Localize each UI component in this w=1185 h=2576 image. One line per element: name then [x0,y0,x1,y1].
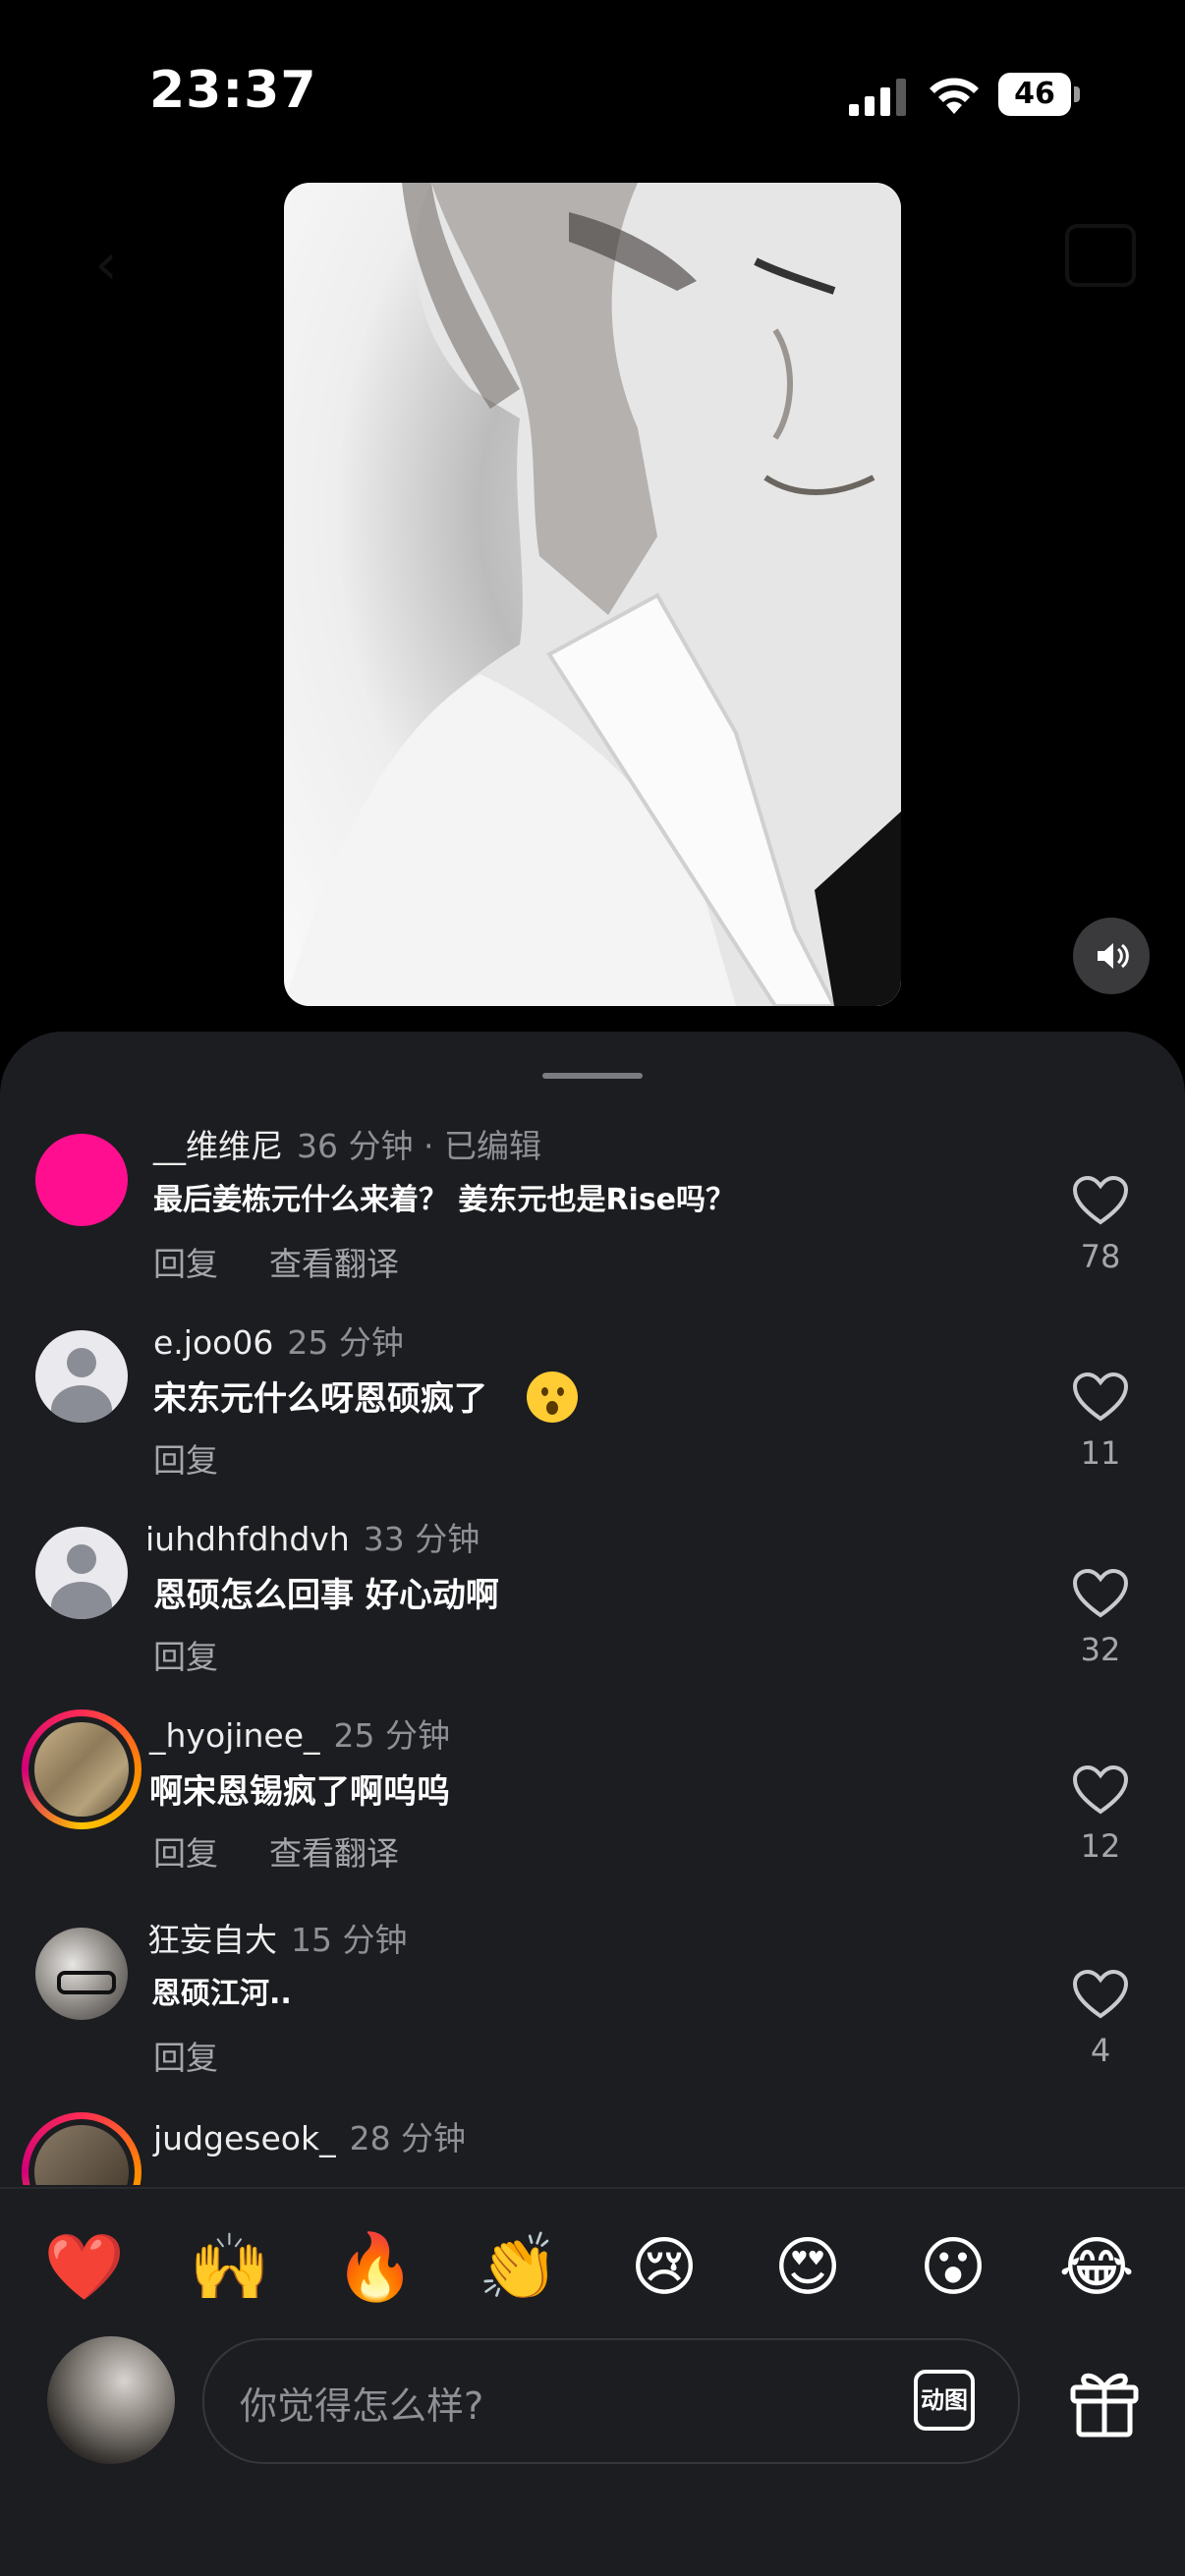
status-time: 23:37 [149,61,317,120]
comment-list[interactable]: __维维尼 36 分钟 · 已编辑 最后姜栋元什么来着？ 姜东元也是Rise吗？ … [0,1120,1185,2185]
see-translation-button[interactable]: 查看翻译 [269,1245,399,1283]
comment-actions: 回复 [153,2032,269,2079]
comment-text: 宋东元什么呀恩硕疯了 [153,1371,578,1427]
comment-text: 啊宋恩锡疯了啊呜呜 [149,1772,450,1812]
comment-item: __维维尼 36 分钟 · 已编辑 最后姜栋元什么来着？ 姜东元也是Rise吗？ … [0,1120,1185,1316]
avatar[interactable] [35,1330,128,1423]
comment-item: e.joo06 25 分钟 宋东元什么呀恩硕疯了 回复 11 [0,1316,1185,1513]
battery-tip [1074,86,1080,102]
quick-emoji-row: ❤️ 🙌 🔥 👏 😢 😍 😮 😂 [0,2218,1185,2336]
comment-item: judgeseok_ 28 分钟 [0,2112,1185,2185]
reply-button[interactable]: 回复 [153,2039,218,2077]
comment-text: 恩硕江河.. [151,1977,292,2011]
current-user-avatar [47,2336,175,2464]
avatar[interactable] [35,1527,128,1619]
wifi-icon [930,78,979,114]
comment-composer-bar: ❤️ 🙌 🔥 👏 😢 😍 😮 😂 你觉得怎么样? 动图 [0,2187,1185,2576]
sheet-grabber[interactable] [542,1073,643,1079]
see-translation-button[interactable]: 查看翻译 [269,1834,399,1873]
comment-input[interactable]: 你觉得怎么样? 动图 [202,2338,1020,2464]
like-count: 4 [1090,2032,1111,2069]
heart-icon[interactable] [1071,1568,1130,1619]
fire-emoji-button[interactable]: 🔥 [326,2218,424,2317]
comment-actions: 回复 查看翻译 [153,1827,450,1875]
comment-item: _hyojinee_ 25 分钟 啊宋恩锡疯了啊呜呜 回复 查看翻译 12 [0,1709,1185,1906]
comment-actions: 回复 [153,1434,269,1482]
gift-icon[interactable] [1065,2362,1144,2440]
video-preview[interactable] [284,183,901,1006]
video-frame-image [284,183,901,1006]
comment-username[interactable]: 狂妄自大 15 分钟 [147,1914,407,1961]
comment-username[interactable]: e.joo06 25 分钟 [153,1316,404,1364]
reply-button[interactable]: 回复 [153,1441,218,1480]
comment-input-placeholder: 你觉得怎么样? [240,2384,484,2428]
clapping-emoji-button[interactable]: 👏 [470,2218,568,2317]
avatar-story-ring[interactable] [22,1709,141,1829]
battery-icon: 46 [998,73,1081,116]
heart-icon[interactable] [1071,1764,1130,1816]
like-count: 78 [1080,1238,1121,1275]
comment-item: 狂妄自大 15 分钟 恩硕江河.. 回复 4 [0,1914,1185,2110]
reply-button[interactable]: 回复 [153,1834,218,1873]
comment-actions: 回复 [153,1631,269,1678]
avatar-story-ring[interactable] [22,2112,141,2185]
heart-icon[interactable] [1071,1175,1130,1226]
like-count: 11 [1080,1434,1121,1472]
comment-username[interactable]: __维维尼 36 分钟 · 已编辑 [153,1120,541,1167]
heart-icon[interactable] [1071,1969,1130,2020]
battery-level: 46 [998,73,1071,116]
like-count: 12 [1080,1827,1121,1865]
comment-actions: 回复 查看翻译 [153,1238,450,1285]
avatar[interactable] [35,1134,128,1226]
comment-username[interactable]: iuhdhfdhdvh 33 分钟 [145,1513,480,1560]
crying-emoji-button[interactable]: 😢 [615,2218,713,2317]
heart-eyes-emoji-button[interactable]: 😍 [759,2218,857,2317]
raising-hands-emoji-button[interactable]: 🙌 [181,2218,279,2317]
status-bar: 23:37 46 [0,0,1185,187]
heart-emoji-button[interactable]: ❤️ [35,2218,134,2317]
sound-toggle-button[interactable] [1073,918,1150,994]
comment-text: 恩硕怎么回事 好心动啊 [153,1576,499,1615]
cellular-signal-icon [849,79,906,116]
reply-button[interactable]: 回复 [153,1638,218,1676]
comment-username[interactable]: _hyojinee_ 25 分钟 [149,1709,450,1757]
comment-item: iuhdhfdhdvh 33 分钟 恩硕怎么回事 好心动啊 回复 32 [0,1513,1185,1709]
back-icon[interactable]: ‹ [94,230,118,299]
reply-button[interactable]: 回复 [153,1245,218,1283]
face-open-mouth-icon [527,1371,578,1423]
surprised-emoji-button[interactable]: 😮 [904,2218,1002,2317]
comments-sheet: __维维尼 36 分钟 · 已编辑 最后姜栋元什么来着？ 姜东元也是Rise吗？ … [0,1032,1185,2576]
heart-icon[interactable] [1071,1372,1130,1423]
gif-button[interactable]: 动图 [914,2370,975,2431]
speaker-icon [1098,943,1129,969]
avatar[interactable] [35,1928,128,2020]
like-count: 32 [1080,1631,1121,1668]
laughing-emoji-button[interactable]: 😂 [1047,2218,1146,2317]
comment-username[interactable]: judgeseok_ 28 分钟 [153,2112,466,2159]
camera-icon[interactable] [1065,224,1136,287]
comment-text: 最后姜栋元什么来着？ 姜东元也是Rise吗？ [153,1183,736,1217]
